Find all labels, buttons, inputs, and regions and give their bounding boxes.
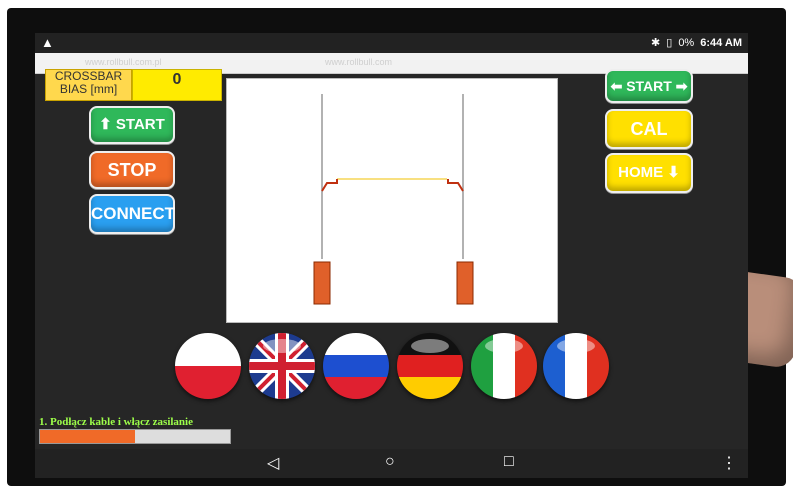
right-clamp: [447, 179, 464, 192]
start-lr-label: START: [626, 78, 672, 94]
battery-icon: ▯: [666, 37, 673, 49]
home-icon[interactable]: ○: [385, 453, 395, 471]
connect-label: CONNECT: [91, 204, 176, 223]
up-arrow-icon: ⬆: [99, 116, 112, 133]
germany-flag[interactable]: [397, 333, 463, 399]
android-nav-bar: ◁ ○ □ ⋮: [35, 449, 748, 478]
stop-label: STOP: [107, 160, 157, 180]
progress-bar: [39, 429, 231, 444]
instruction-text: 1. Podłącz kable i włącz zasilanie: [39, 416, 193, 428]
status-bar: ▲ ✱ ▯ 0% 6:44 AM: [35, 33, 748, 53]
home-label: HOME: [618, 164, 664, 181]
italy-flag[interactable]: [471, 333, 537, 399]
tablet-screen: ▲ ✱ ▯ 0% 6:44 AM www.rollbull.com.pl www…: [35, 33, 748, 478]
left-arrow-icon: ⬅: [610, 78, 623, 94]
back-icon[interactable]: ◁: [267, 453, 279, 473]
poland-flag[interactable]: [175, 333, 241, 399]
down-right-arrow-icon: ⬇: [667, 164, 680, 181]
bias-label: CROSSBAR BIAS [mm]: [45, 69, 132, 101]
connect-button[interactable]: CONNECT: [89, 194, 175, 234]
cal-label: CAL: [630, 119, 668, 139]
menu-icon[interactable]: ⋮: [721, 453, 737, 473]
url-center: www.rollbull.com: [325, 57, 393, 67]
battery-text: 0%: [678, 36, 695, 49]
progress-fill: [40, 430, 135, 443]
start-down-label: START: [115, 116, 165, 133]
url-left: www.rollbull.com.pl: [85, 57, 162, 67]
bias-value[interactable]: 0: [132, 69, 222, 101]
clock: 6:44 AM: [700, 36, 742, 49]
start-down-button[interactable]: ⬆ START ⬇: [89, 106, 175, 167]
machine-diagram: [313, 94, 474, 305]
status-right: ✱ ▯ 0% 6:44 AM: [651, 36, 742, 50]
recents-icon[interactable]: □: [504, 453, 514, 471]
cal-button[interactable]: CAL: [605, 109, 693, 149]
machine-diagram-canvas: [226, 78, 558, 323]
right-base: [456, 261, 474, 305]
bluetooth-icon: ✱: [651, 37, 661, 49]
warning-triangle-icon: ▲: [41, 35, 54, 50]
home-button[interactable]: HOME ⬇: [605, 153, 693, 193]
start-left-right-button[interactable]: ⬅ START ➡: [605, 69, 693, 103]
left-base: [313, 261, 331, 305]
uk-flag[interactable]: [249, 333, 315, 399]
right-arrow-icon: ➡: [675, 78, 688, 94]
photo-frame: ▲ ✱ ▯ 0% 6:44 AM www.rollbull.com.pl www…: [0, 0, 793, 492]
left-clamp: [321, 179, 338, 192]
france-flag[interactable]: [543, 333, 609, 399]
russia-flag[interactable]: [323, 333, 389, 399]
stop-button[interactable]: STOP: [89, 151, 175, 189]
